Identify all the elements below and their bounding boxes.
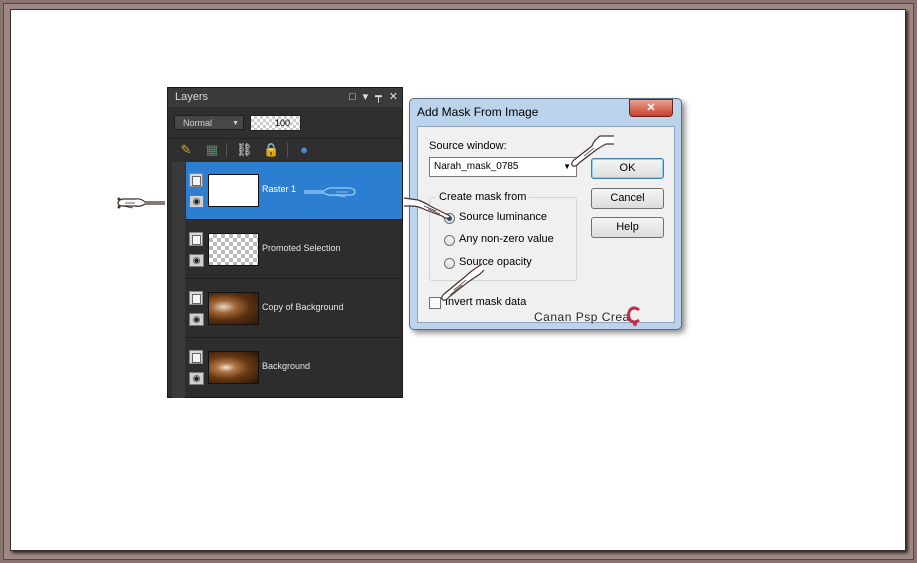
eye-icon[interactable]: ◉ [189, 195, 204, 208]
eye-icon[interactable]: ◉ [189, 313, 204, 326]
menu-arrow-icon[interactable]: ▾ [363, 90, 369, 104]
maximize-icon[interactable]: □ [349, 90, 356, 104]
help-button[interactable]: Help [591, 217, 664, 238]
mask-icon[interactable]: ▦ [204, 142, 220, 158]
opacity-field[interactable]: 100 [250, 115, 301, 131]
layer-type-icon [189, 350, 203, 364]
layer-type-icon [189, 232, 203, 246]
link-icon[interactable]: ⛓ [236, 142, 253, 158]
layer-type-icon [189, 173, 203, 187]
layer-thumbnail [208, 292, 259, 325]
option-source-luminance: Source luminance [459, 211, 548, 223]
eye-icon[interactable]: ◉ [189, 254, 204, 267]
close-icon[interactable]: ✕ [389, 90, 398, 104]
layer-type-icon [189, 291, 203, 305]
layer-row[interactable]: ◉ Background [186, 339, 402, 397]
brush-icon[interactable]: ✎ [178, 142, 194, 158]
close-icon: ✕ [646, 102, 656, 114]
blend-mode-value: Normal [183, 118, 213, 128]
layers-toolbar: ✎ ▦ ⛓ 🔒 ● [168, 138, 402, 161]
watermark: Canan Psp Crea [534, 310, 630, 324]
layer-name: Promoted Selection [262, 243, 341, 253]
cancel-button[interactable]: Cancel [591, 188, 664, 209]
layers-options-row: Normal ▼ 100 [168, 110, 402, 136]
layer-row[interactable]: ◉ Promoted Selection [186, 221, 402, 279]
layer-row[interactable]: ◉ Copy of Background [186, 280, 402, 338]
source-window-value: Narah_mask_0785 [434, 161, 519, 172]
radio-any-non-zero[interactable] [444, 235, 455, 246]
eye-icon[interactable]: ◉ [189, 372, 204, 385]
layer-thumbnail [208, 174, 259, 207]
hand-pointer-icon [304, 187, 356, 198]
layer-thumbnail [208, 233, 259, 266]
lock-icon[interactable]: 🔒 [263, 142, 279, 158]
layer-name: Copy of Background [262, 302, 344, 312]
logo-icon [627, 306, 640, 326]
opacity-value: 100 [274, 118, 290, 128]
toolbar-divider [226, 143, 227, 157]
layers-side-strip [172, 162, 185, 398]
layer-row[interactable]: ◉ Raster 1 [186, 162, 402, 220]
dialog-title: Add Mask From Image [417, 105, 539, 119]
layers-title-bar: Layers □ ▾ ┯ ✕ [168, 88, 402, 107]
source-window-label: Source window: [429, 140, 507, 152]
toolbar-divider [287, 143, 288, 157]
layers-title: Layers [175, 91, 209, 103]
hand-pointer-icon [571, 135, 614, 167]
blend-mode-dropdown[interactable]: Normal ▼ [174, 115, 244, 130]
hand-pointer-icon [403, 197, 451, 219]
layer-name: Raster 1 [262, 184, 297, 194]
close-button[interactable]: ✕ [629, 99, 673, 117]
option-any-non-zero: Any non-zero value [459, 233, 554, 245]
layer-thumbnail [208, 351, 259, 384]
layer-name: Background [262, 361, 311, 371]
layer-props-icon[interactable]: ● [296, 142, 312, 158]
layers-panel: Layers □ ▾ ┯ ✕ Normal ▼ 100 ✎ ▦ ⛓ 🔒 ● ◉ … [167, 87, 403, 398]
pin-icon[interactable]: ┯ [375, 90, 382, 104]
chevron-down-icon: ▼ [232, 120, 239, 127]
hand-pointer-icon [117, 197, 165, 209]
source-window-select[interactable]: Narah_mask_0785 ▼ [429, 157, 577, 177]
hand-pointer-icon [441, 263, 485, 301]
